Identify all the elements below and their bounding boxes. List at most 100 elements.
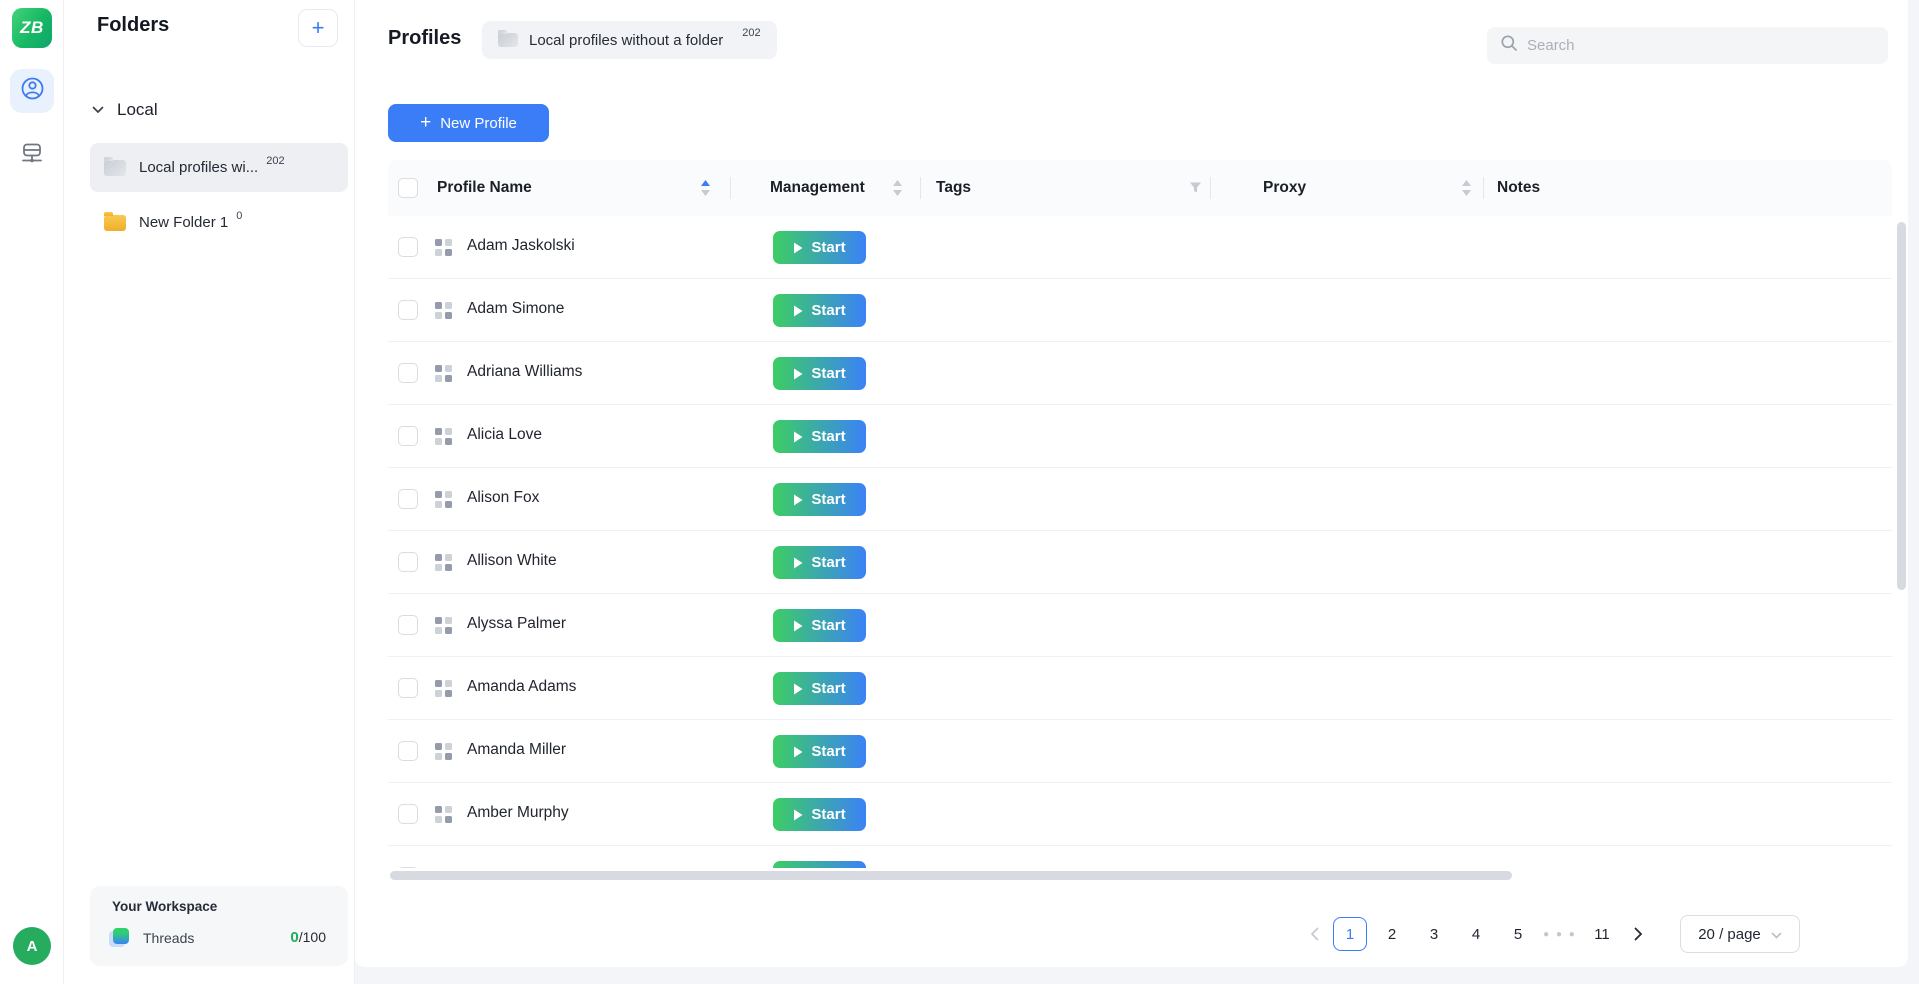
start-label: Start	[811, 302, 845, 319]
browser-windows-icon	[435, 806, 452, 823]
row-checkbox[interactable]	[398, 363, 418, 383]
browser-windows-icon	[435, 554, 452, 571]
column-header-profile-name[interactable]: Profile Name	[437, 160, 532, 216]
start-button[interactable]: Start	[773, 735, 866, 768]
horizontal-scrollbar[interactable]	[390, 871, 1512, 880]
profile-name[interactable]: Amber Rankin	[467, 867, 565, 868]
start-button[interactable]: Start	[773, 861, 866, 868]
row-checkbox[interactable]	[398, 678, 418, 698]
profiles-table: Profile Name Management Tags Proxy	[388, 160, 1892, 868]
browser-windows-icon	[435, 428, 452, 445]
folder-count-badge: 202	[266, 155, 284, 167]
nav-proxies-button[interactable]	[10, 134, 54, 178]
table-row: Amber Rankin Start	[388, 846, 1892, 868]
profile-name[interactable]: Alyssa Palmer	[467, 615, 566, 633]
new-profile-button[interactable]: + New Profile	[388, 104, 549, 142]
profile-name[interactable]: Adam Simone	[467, 300, 564, 318]
row-checkbox[interactable]	[398, 615, 418, 635]
profile-name[interactable]: Adam Jaskolski	[467, 237, 575, 255]
start-button[interactable]: Start	[773, 546, 866, 579]
column-divider	[1210, 177, 1211, 199]
table-row: Amber Murphy Start	[388, 783, 1892, 846]
profile-name[interactable]: Allison White	[467, 552, 557, 570]
page-size-select[interactable]: 20 / page	[1680, 915, 1800, 953]
page-button-4[interactable]: 4	[1459, 917, 1493, 951]
sort-icon-proxy[interactable]	[1461, 176, 1472, 205]
chevron-down-icon	[92, 101, 104, 119]
current-folder-label: Local profiles without a folder	[529, 32, 723, 49]
start-label: Start	[811, 239, 845, 256]
profile-name[interactable]: Alison Fox	[467, 489, 539, 507]
table-row: Alicia Love Start	[388, 405, 1892, 468]
sidebar-folder-new-folder-1[interactable]: New Folder 1 0	[90, 198, 348, 247]
user-avatar[interactable]: A	[13, 927, 51, 965]
start-button[interactable]: Start	[773, 357, 866, 390]
folder-item-label: Local profiles wi...	[139, 159, 258, 176]
browser-windows-icon	[435, 617, 452, 634]
column-divider	[1483, 177, 1484, 199]
profile-name[interactable]: Amber Murphy	[467, 804, 569, 822]
start-button[interactable]: Start	[773, 609, 866, 642]
nav-profiles-button[interactable]	[10, 69, 54, 113]
sidebar-folder-local-profiles[interactable]: Local profiles wi... 202	[90, 143, 348, 192]
row-checkbox[interactable]	[398, 867, 418, 868]
row-checkbox[interactable]	[398, 237, 418, 257]
column-header-management[interactable]: Management	[770, 160, 865, 216]
folder-icon	[104, 215, 126, 231]
page-button-11[interactable]: 11	[1585, 917, 1619, 951]
folder-item-label: New Folder 1	[139, 214, 228, 231]
start-button[interactable]: Start	[773, 231, 866, 264]
profile-name[interactable]: Amanda Miller	[467, 741, 566, 759]
page-button-5[interactable]: 5	[1501, 917, 1535, 951]
column-header-tags[interactable]: Tags	[936, 160, 971, 216]
folder-icon	[104, 160, 126, 176]
start-button[interactable]: Start	[773, 420, 866, 453]
sort-icon-profile-name[interactable]	[700, 176, 711, 205]
add-folder-button[interactable]: +	[298, 9, 338, 47]
start-label: Start	[811, 617, 845, 634]
row-checkbox[interactable]	[398, 300, 418, 320]
prev-page-button[interactable]	[1303, 917, 1325, 951]
filter-icon-tags[interactable]	[1188, 180, 1203, 200]
profile-name[interactable]: Adriana Williams	[467, 363, 582, 381]
profile-name[interactable]: Alicia Love	[467, 426, 542, 444]
current-folder-badge[interactable]: Local profiles without a folder 202	[482, 21, 777, 59]
row-checkbox[interactable]	[398, 741, 418, 761]
start-label: Start	[811, 680, 845, 697]
workspace-title: Your Workspace	[112, 899, 217, 914]
column-header-proxy[interactable]: Proxy	[1263, 160, 1306, 216]
row-checkbox[interactable]	[398, 552, 418, 572]
row-checkbox[interactable]	[398, 426, 418, 446]
start-button[interactable]: Start	[773, 798, 866, 831]
page-button-1[interactable]: 1	[1333, 917, 1367, 951]
row-checkbox[interactable]	[398, 489, 418, 509]
table-row: Alison Fox Start	[388, 468, 1892, 531]
row-checkbox[interactable]	[398, 804, 418, 824]
column-header-notes[interactable]: Notes	[1497, 160, 1540, 216]
select-all-checkbox[interactable]	[398, 178, 418, 198]
folder-group-local[interactable]: Local	[92, 100, 158, 120]
chevron-down-icon	[1771, 926, 1782, 943]
browser-windows-icon	[435, 743, 452, 760]
start-button[interactable]: Start	[773, 294, 866, 327]
page-button-3[interactable]: 3	[1417, 917, 1451, 951]
column-divider	[920, 177, 921, 199]
search-box[interactable]	[1487, 27, 1888, 64]
column-label: Management	[770, 179, 865, 197]
threads-label: Threads	[143, 930, 194, 946]
app-logo[interactable]: ZB	[12, 8, 52, 48]
search-input[interactable]	[1527, 37, 1875, 54]
vertical-scrollbar[interactable]	[1897, 222, 1906, 590]
page-button-2[interactable]: 2	[1375, 917, 1409, 951]
column-divider	[730, 177, 731, 199]
play-icon	[793, 809, 803, 821]
next-page-button[interactable]	[1627, 917, 1649, 951]
play-icon	[793, 620, 803, 632]
start-button[interactable]: Start	[773, 672, 866, 705]
sort-icon-management[interactable]	[892, 176, 903, 205]
folders-panel-title: Folders	[97, 14, 169, 37]
start-button[interactable]: Start	[773, 483, 866, 516]
threads-icon	[112, 928, 131, 947]
browser-windows-icon	[435, 491, 452, 508]
profile-name[interactable]: Amanda Adams	[467, 678, 576, 696]
